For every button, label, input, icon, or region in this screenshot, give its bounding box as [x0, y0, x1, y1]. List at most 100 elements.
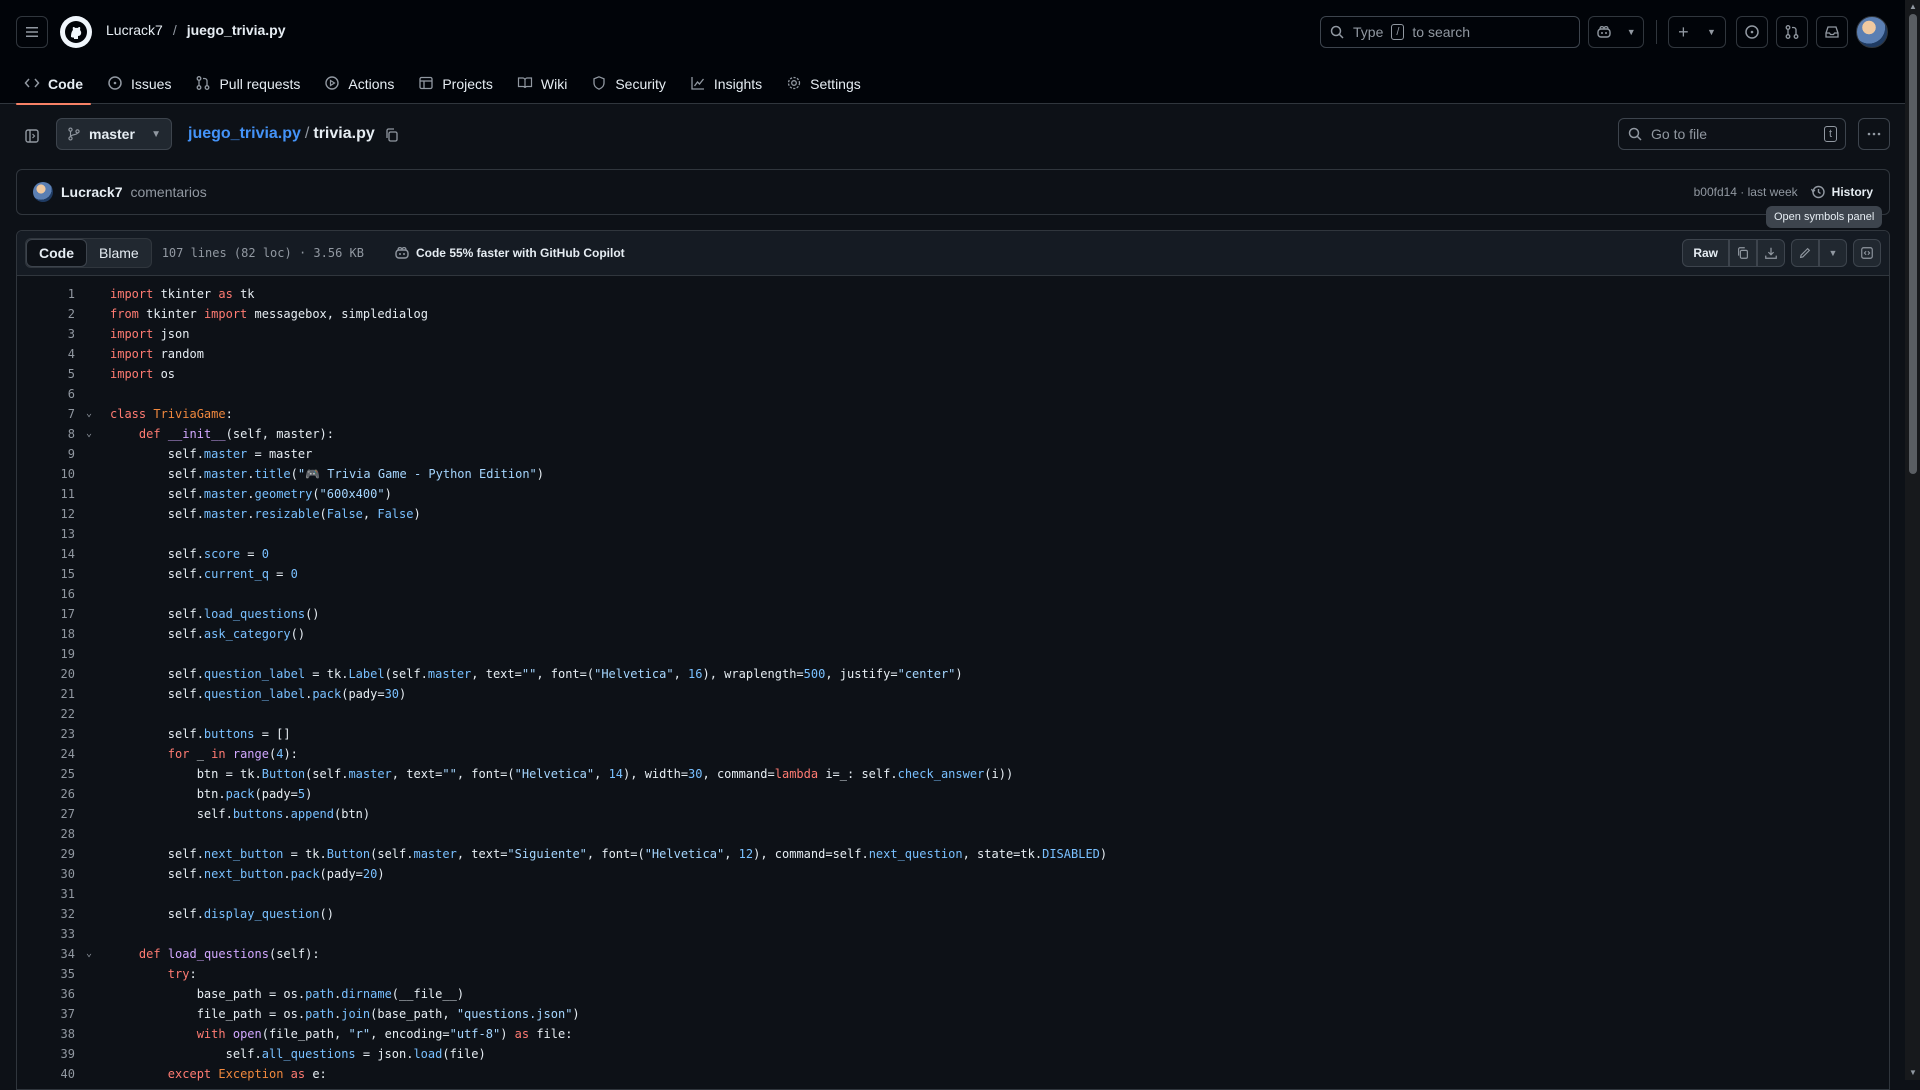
- copilot-promo-text: Code 55% faster with GitHub Copilot: [415, 246, 625, 260]
- tab-actions[interactable]: Actions: [316, 64, 402, 104]
- line-number[interactable]: 39: [17, 1044, 75, 1064]
- tab-pull-requests[interactable]: Pull requests: [187, 64, 308, 104]
- fold-chevron-icon[interactable]: ⌄: [81, 944, 97, 964]
- hamburger-menu-icon[interactable]: [16, 16, 48, 48]
- line-number[interactable]: 9: [17, 444, 75, 464]
- line-number[interactable]: 40: [17, 1064, 75, 1084]
- line-number[interactable]: 28: [17, 824, 75, 844]
- line-number[interactable]: 25: [17, 764, 75, 784]
- code-line: 15 self.current_q = 0: [17, 564, 1889, 584]
- tab-blame-view[interactable]: Blame: [87, 239, 151, 267]
- code-line: 28: [17, 824, 1889, 844]
- code-text: self.next_button = tk.Button(self.master…: [110, 847, 1108, 861]
- chevron-down-icon[interactable]: ▼: [1819, 239, 1847, 267]
- tab-code-view[interactable]: Code: [26, 239, 87, 267]
- user-avatar[interactable]: [1856, 16, 1888, 48]
- code-line: 34 ⌄ def load_questions(self):: [17, 944, 1889, 964]
- line-number[interactable]: 19: [17, 644, 75, 664]
- github-logo-icon[interactable]: [60, 16, 92, 48]
- path-repo-link[interactable]: juego_trivia.py: [188, 125, 301, 143]
- copilot-icon: [1597, 26, 1611, 38]
- tab-settings[interactable]: Settings: [778, 64, 869, 104]
- line-number[interactable]: 29: [17, 844, 75, 864]
- repo-name-link[interactable]: juego_trivia.py: [187, 22, 286, 38]
- history-button[interactable]: History: [1810, 184, 1873, 200]
- line-number[interactable]: 13: [17, 524, 75, 544]
- line-number[interactable]: 30: [17, 864, 75, 884]
- inbox-icon: [1825, 26, 1839, 38]
- commit-author[interactable]: Lucrack7: [61, 184, 122, 200]
- line-number[interactable]: 17: [17, 604, 75, 624]
- line-number[interactable]: 11: [17, 484, 75, 504]
- raw-button[interactable]: Raw: [1682, 239, 1729, 267]
- line-number[interactable]: 22: [17, 704, 75, 724]
- line-number[interactable]: 10: [17, 464, 75, 484]
- edit-pencil-icon[interactable]: [1791, 239, 1819, 267]
- tab-security[interactable]: Security: [583, 64, 674, 104]
- tab-label: Actions: [348, 76, 395, 92]
- line-number[interactable]: 37: [17, 1004, 75, 1024]
- fold-chevron-icon[interactable]: ⌄: [81, 424, 97, 444]
- kebab-horizontal-icon[interactable]: [1858, 118, 1890, 150]
- commit-message[interactable]: comentarios: [130, 184, 206, 200]
- branch-selector[interactable]: master ▼: [56, 118, 172, 150]
- notifications-button[interactable]: [1816, 16, 1848, 48]
- tab-projects[interactable]: Projects: [410, 64, 501, 104]
- tab-wiki[interactable]: Wiki: [509, 64, 575, 104]
- line-number[interactable]: 4: [17, 344, 75, 364]
- your-issues-button[interactable]: [1736, 16, 1768, 48]
- fold-chevron-icon[interactable]: ⌄: [81, 404, 97, 424]
- copilot-button[interactable]: ▼: [1588, 16, 1644, 48]
- page-scrollbar[interactable]: ▲ ▼: [1905, 0, 1920, 1080]
- go-to-file-input[interactable]: Go to file t: [1618, 118, 1846, 150]
- copy-path-icon[interactable]: [380, 124, 404, 146]
- line-number[interactable]: 6: [17, 384, 75, 404]
- line-number[interactable]: 34: [17, 944, 75, 964]
- global-search-input[interactable]: Type / to search: [1320, 16, 1580, 48]
- tab-issues[interactable]: Issues: [99, 64, 179, 104]
- sidebar-expand-icon[interactable]: [16, 120, 48, 152]
- line-number[interactable]: 7: [17, 404, 75, 424]
- code-line: 18 self.ask_category(): [17, 624, 1889, 644]
- create-new-button[interactable]: + ▼: [1668, 16, 1726, 48]
- scrollbar-thumb[interactable]: [1909, 14, 1917, 474]
- line-number[interactable]: 26: [17, 784, 75, 804]
- line-number[interactable]: 20: [17, 664, 75, 684]
- code-text: self.master.resizable(False, False): [110, 507, 421, 521]
- line-number[interactable]: 5: [17, 364, 75, 384]
- line-number[interactable]: 3: [17, 324, 75, 344]
- line-number[interactable]: 8: [17, 424, 75, 444]
- code-line: 6: [17, 384, 1889, 404]
- copy-raw-icon[interactable]: [1729, 239, 1757, 267]
- scroll-up-arrow-icon[interactable]: ▲: [1908, 2, 1918, 12]
- line-number[interactable]: 16: [17, 584, 75, 604]
- tab-insights[interactable]: Insights: [682, 64, 770, 104]
- line-number[interactable]: 14: [17, 544, 75, 564]
- line-number[interactable]: 35: [17, 964, 75, 984]
- tab-code[interactable]: Code: [16, 64, 91, 105]
- line-number[interactable]: 12: [17, 504, 75, 524]
- commit-author-avatar[interactable]: [33, 182, 53, 202]
- line-number[interactable]: 1: [17, 284, 75, 304]
- code-text: file_path = os.path.join(base_path, "que…: [110, 1007, 580, 1021]
- line-number[interactable]: 27: [17, 804, 75, 824]
- line-number[interactable]: 18: [17, 624, 75, 644]
- line-number[interactable]: 31: [17, 884, 75, 904]
- line-number[interactable]: 2: [17, 304, 75, 324]
- copilot-promo-link[interactable]: Code 55% faster with GitHub Copilot: [394, 245, 625, 261]
- scroll-down-arrow-icon[interactable]: ▼: [1908, 1068, 1918, 1078]
- line-number[interactable]: 15: [17, 564, 75, 584]
- your-pull-requests-button[interactable]: [1776, 16, 1808, 48]
- line-number[interactable]: 21: [17, 684, 75, 704]
- line-number[interactable]: 23: [17, 724, 75, 744]
- commit-sha-time[interactable]: b00fd14 · last week: [1694, 185, 1798, 199]
- line-number[interactable]: 33: [17, 924, 75, 944]
- line-number[interactable]: 32: [17, 904, 75, 924]
- symbols-panel-icon[interactable]: [1853, 239, 1881, 267]
- repo-owner-link[interactable]: Lucrack7: [106, 22, 163, 38]
- chevron-down-icon[interactable]: ▼: [1627, 27, 1636, 37]
- download-icon[interactable]: [1757, 239, 1785, 267]
- line-number[interactable]: 24: [17, 744, 75, 764]
- line-number[interactable]: 38: [17, 1024, 75, 1044]
- line-number[interactable]: 36: [17, 984, 75, 1004]
